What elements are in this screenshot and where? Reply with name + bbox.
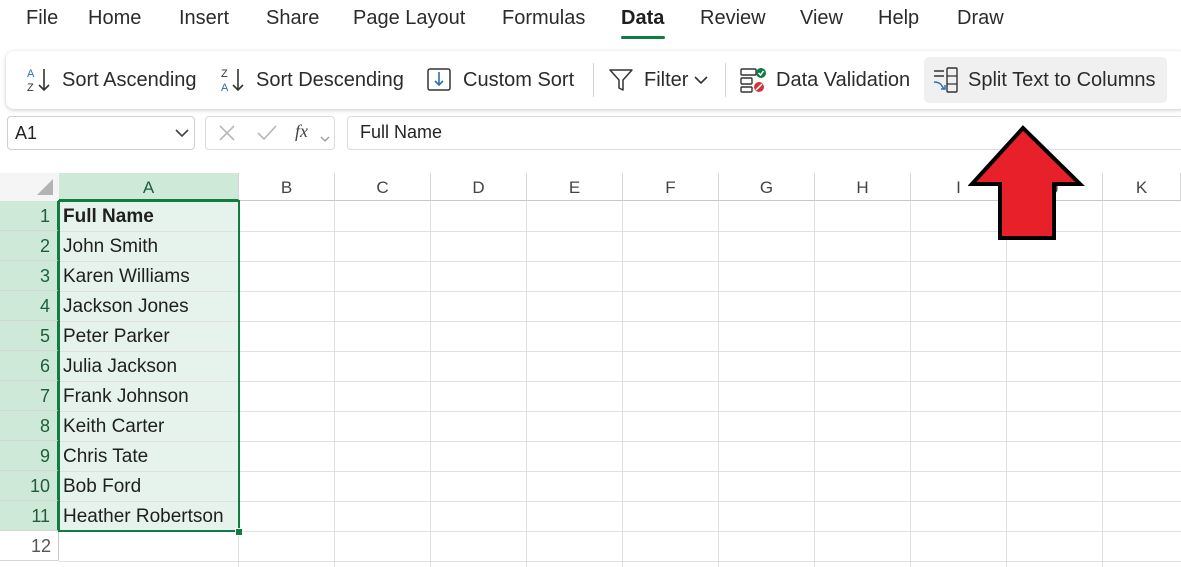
split-text-to-columns-button[interactable]: Split Text to Columns [924, 57, 1167, 103]
gridline [59, 561, 1181, 562]
sort-descending-label: Sort Descending [256, 68, 404, 91]
formula-controls: fx [205, 116, 335, 150]
row-header-1[interactable]: 1 [0, 201, 59, 231]
row-header-9[interactable]: 9 [0, 441, 59, 471]
column-header-b[interactable]: B [239, 173, 335, 201]
sort-ascending-button[interactable]: A Z Sort Ascending [24, 57, 197, 103]
active-tab-indicator [621, 36, 665, 39]
gridline [910, 201, 911, 567]
name-box-value: A1 [15, 123, 38, 143]
sort-descending-icon: Z A [218, 65, 248, 95]
sort-ascending-label: Sort Ascending [62, 68, 197, 91]
fill-handle[interactable] [235, 528, 243, 536]
row-header-5[interactable]: 5 [0, 321, 59, 351]
chevron-down-icon[interactable] [320, 130, 330, 148]
menu-formulas[interactable]: Formulas [502, 7, 585, 30]
column-header-a[interactable]: A [59, 173, 239, 201]
row-header-4[interactable]: 4 [0, 291, 59, 321]
menu-view[interactable]: View [800, 7, 843, 30]
row-header-8[interactable]: 8 [0, 411, 59, 441]
svg-text:Z: Z [221, 68, 228, 80]
column-header-g[interactable]: G [719, 173, 815, 201]
ribbon-divider [725, 63, 726, 97]
gridline [334, 201, 335, 567]
gridline [1102, 201, 1103, 567]
name-box[interactable]: A1 [7, 116, 195, 150]
menu-draw[interactable]: Draw [957, 7, 1004, 30]
sort-descending-button[interactable]: Z A Sort Descending [218, 57, 404, 103]
svg-text:Z: Z [27, 82, 34, 94]
row-header-11[interactable]: 11 [0, 501, 59, 531]
menu-home[interactable]: Home [88, 7, 141, 30]
column-header-e[interactable]: E [527, 173, 623, 201]
select-all-button[interactable] [0, 173, 60, 202]
row-header-2[interactable]: 2 [0, 231, 59, 261]
cancel-icon[interactable] [218, 124, 236, 147]
row-header-7[interactable]: 7 [0, 381, 59, 411]
split-text-icon [932, 65, 960, 95]
gridline [1006, 201, 1007, 567]
menu-insert[interactable]: Insert [179, 7, 229, 30]
custom-sort-label: Custom Sort [463, 68, 575, 91]
formula-value: Full Name [360, 122, 443, 142]
column-header-f[interactable]: F [623, 173, 719, 201]
custom-sort-icon [425, 65, 455, 95]
svg-text:A: A [221, 82, 229, 94]
row-header-6[interactable]: 6 [0, 351, 59, 381]
selection-border [58, 200, 240, 532]
gridline [430, 201, 431, 567]
filter-label: Filter [644, 68, 689, 91]
data-validation-button[interactable]: Data Validation [738, 57, 910, 103]
gridline [526, 201, 527, 567]
column-header-h[interactable]: H [815, 173, 911, 201]
chevron-down-icon[interactable] [174, 126, 190, 144]
svg-text:A: A [27, 68, 35, 80]
column-header-k[interactable]: K [1103, 173, 1181, 201]
menu-help[interactable]: Help [878, 7, 919, 30]
menu-share[interactable]: Share [266, 7, 319, 30]
data-validation-icon [738, 65, 768, 95]
gridline [622, 201, 623, 567]
sort-ascending-icon: A Z [24, 65, 54, 95]
column-header-d[interactable]: D [431, 173, 527, 201]
data-validation-label: Data Validation [776, 68, 911, 91]
ribbon-divider [593, 63, 594, 97]
split-text-label: Split Text to Columns [968, 68, 1156, 91]
row-header-3[interactable]: 3 [0, 261, 59, 291]
row-header-10[interactable]: 10 [0, 471, 59, 501]
insert-function-icon[interactable]: fx [295, 121, 308, 142]
menu-bar: File Home Insert Share Page Layout Formu… [0, 0, 1181, 44]
menu-page-layout[interactable]: Page Layout [353, 7, 465, 30]
custom-sort-button[interactable]: Custom Sort [425, 57, 574, 103]
filter-icon [606, 65, 636, 95]
filter-button[interactable]: Filter [606, 57, 709, 103]
gridline [718, 201, 719, 567]
menu-data[interactable]: Data [621, 7, 664, 30]
chevron-down-icon [694, 75, 709, 85]
gridline [814, 201, 815, 567]
menu-review[interactable]: Review [700, 7, 766, 30]
menu-file[interactable]: File [26, 7, 58, 30]
red-arrow-annotation [967, 124, 1086, 247]
ribbon-toolbar: A Z Sort Ascending Z A Sort Descending C… [6, 51, 1181, 109]
confirm-icon[interactable] [256, 124, 278, 147]
column-header-c[interactable]: C [335, 173, 431, 201]
row-header-12[interactable]: 12 [0, 531, 59, 561]
